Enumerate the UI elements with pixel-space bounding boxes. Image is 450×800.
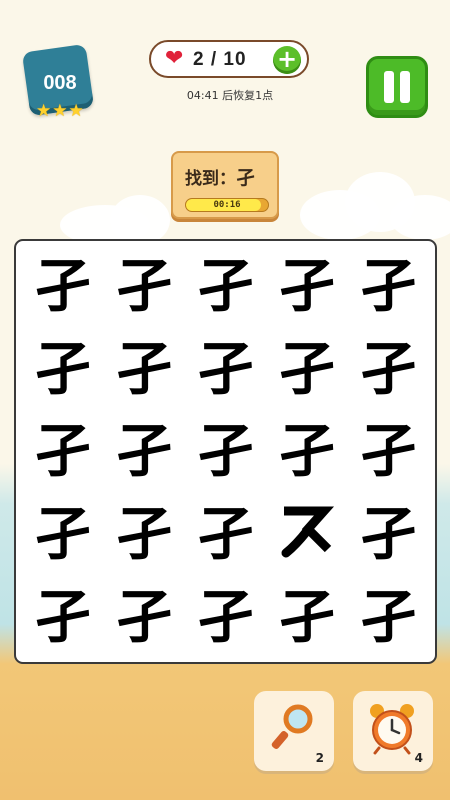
grid-cell[interactable]: 孑 [348,575,429,658]
recover-timer-text: 04:41 后恢复1点 [186,89,274,102]
magnifier-icon [271,704,313,750]
cloud-decoration [110,195,170,245]
grid-cell[interactable]: 孑 [348,493,429,576]
grid-cell[interactable]: 孑 [185,328,266,411]
alarm-clock-tool[interactable]: 4 [353,691,433,771]
grid-cell[interactable]: 孑 [185,575,266,658]
grid-cell[interactable]: 孑 [22,493,103,576]
tool-count: 4 [414,751,423,765]
grid-cell[interactable]: 孑 [103,410,184,493]
lives-text: 2 / 10 [193,49,247,70]
countdown-text: 00:16 [213,200,241,210]
pause-button[interactable] [366,56,428,118]
grid-cell[interactable]: 孑 [103,328,184,411]
target-label: 找到： [185,169,236,189]
tool-count: 2 [315,751,324,765]
odd-character-glyph [281,506,334,558]
grid-cell-odd[interactable] [266,493,347,576]
heart-icon: ❤ [165,46,184,71]
level-number: 008 [43,72,77,94]
plus-icon: + [276,45,298,73]
add-lives-button[interactable]: + [273,46,301,74]
grid-cell[interactable]: 孑 [22,410,103,493]
grid-cell[interactable]: 孑 [348,328,429,411]
star-icon: ★ [52,101,68,121]
grid-cell[interactable]: 孑 [103,493,184,576]
grid-cell[interactable]: 孑 [22,328,103,411]
lives-counter: ❤ 2 / 10 + [149,40,309,78]
target-card: 找到：孑 00:16 [171,151,279,219]
grid-cell[interactable]: 孑 [22,245,103,328]
grid-cell[interactable]: 孑 [22,575,103,658]
cloud-decoration [390,195,450,240]
grid-cell[interactable]: 孑 [103,245,184,328]
grid-cell[interactable]: 孑 [266,245,347,328]
grid-cell[interactable]: 孑 [103,575,184,658]
grid-cell[interactable]: 孑 [185,410,266,493]
alarm-clock-icon [370,704,414,755]
character-grid: 孑孑孑孑孑孑孑孑孑孑孑孑孑孑孑孑孑孑孑孑孑孑孑孑 [14,239,437,664]
target-character: 孑 [236,167,256,189]
star-icon: ★ [36,101,52,121]
grid-cell[interactable]: 孑 [266,575,347,658]
pause-icon [400,71,410,103]
grid-cell[interactable]: 孑 [185,493,266,576]
level-stars: ★ ★ ★ [36,103,84,120]
grid-cell[interactable]: 孑 [266,410,347,493]
grid-cell[interactable]: 孑 [185,245,266,328]
magnifier-tool[interactable]: 2 [254,691,334,771]
countdown-bar: 00:16 [185,198,269,212]
star-icon: ★ [68,101,84,121]
grid-cell[interactable]: 孑 [348,245,429,328]
pause-icon [384,71,394,103]
grid-cell[interactable]: 孑 [348,410,429,493]
grid-cell[interactable]: 孑 [266,328,347,411]
